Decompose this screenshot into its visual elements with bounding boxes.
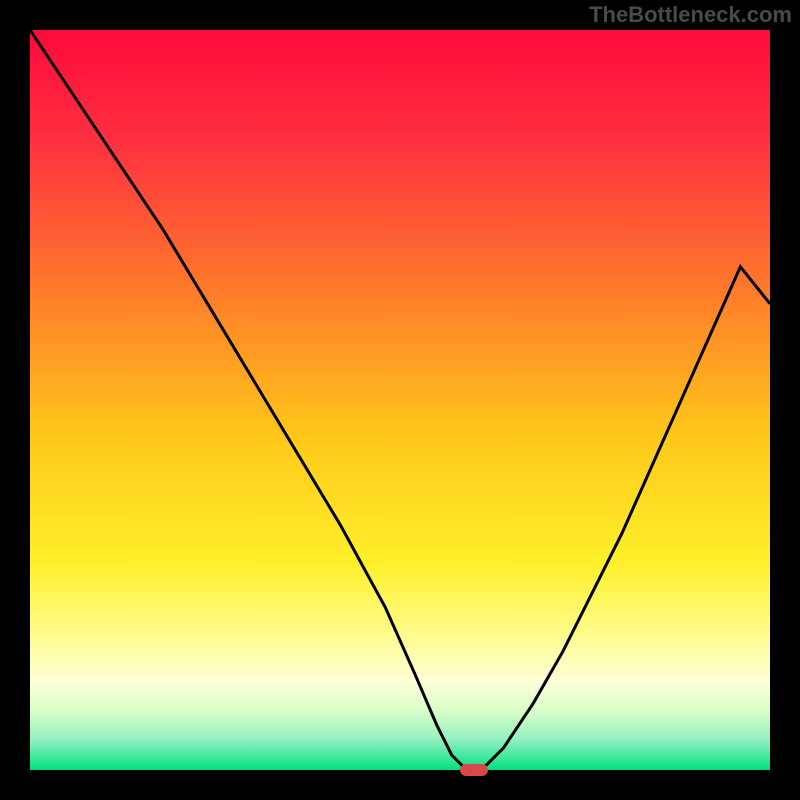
watermark-text: TheBottleneck.com	[589, 2, 792, 28]
plot-area	[30, 30, 770, 770]
optimal-marker	[460, 764, 488, 776]
bottleneck-chart	[0, 0, 800, 800]
chart-container: TheBottleneck.com	[0, 0, 800, 800]
